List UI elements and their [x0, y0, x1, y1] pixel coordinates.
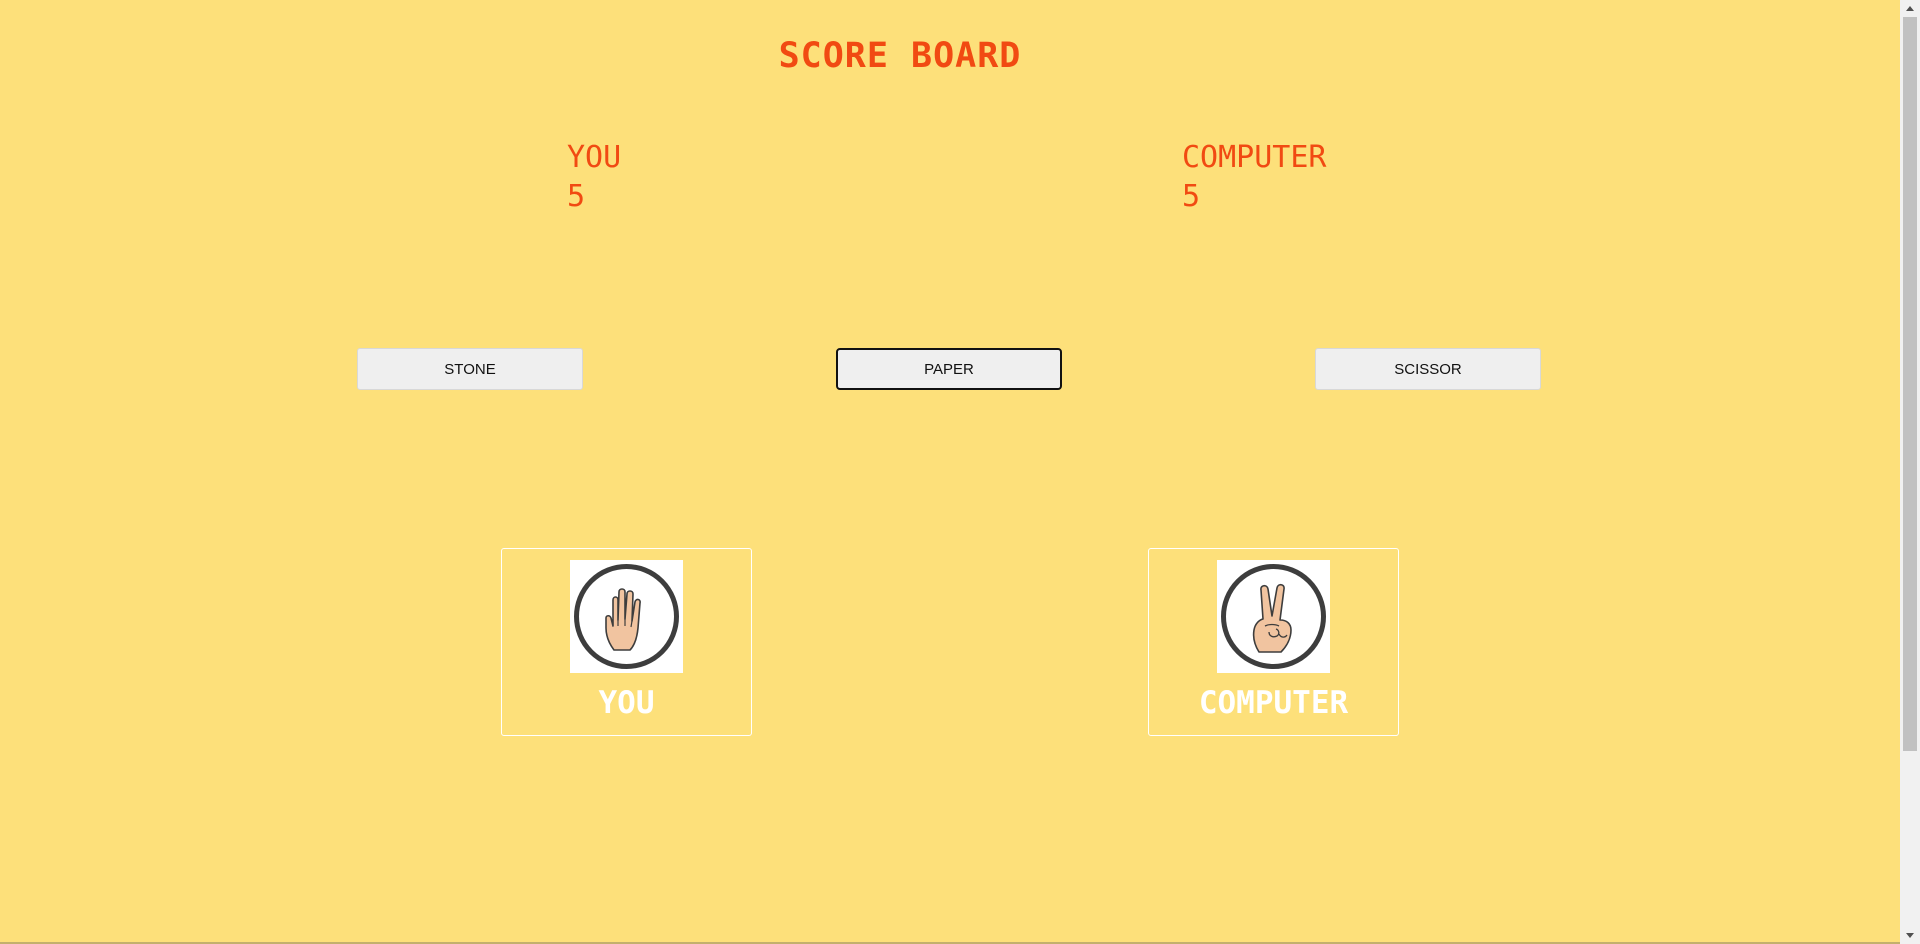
- scroll-down-arrow-icon[interactable]: [1900, 927, 1920, 944]
- scissor-button[interactable]: SCISSOR: [1315, 348, 1541, 390]
- stone-button[interactable]: STONE: [357, 348, 583, 390]
- computer-card-label: COMPUTER: [1198, 685, 1349, 721]
- vertical-scrollbar[interactable]: [1900, 0, 1920, 944]
- you-score-label: YOU: [567, 140, 622, 175]
- scissor-hand-icon: [1217, 560, 1330, 673]
- you-card-label: YOU: [598, 685, 655, 721]
- computer-score-label: COMPUTER: [1182, 140, 1327, 175]
- game-page: SCORE BOARD YOU 5 COMPUTER 5 STONE PAPER…: [0, 0, 1900, 944]
- paper-button[interactable]: PAPER: [836, 348, 1062, 390]
- scroll-up-arrow-icon[interactable]: [1900, 0, 1920, 17]
- you-score-block: YOU 5: [567, 138, 621, 216]
- computer-score-value: 5: [1182, 179, 1201, 214]
- you-score-value: 5: [567, 179, 586, 214]
- computer-choice-card: COMPUTER: [1148, 548, 1399, 736]
- computer-score-block: COMPUTER 5: [1182, 138, 1327, 216]
- you-choice-card: YOU: [501, 548, 752, 736]
- scoreboard-title: SCORE BOARD: [778, 36, 1022, 76]
- paper-hand-icon: [570, 560, 683, 673]
- scrollbar-thumb[interactable]: [1903, 17, 1917, 751]
